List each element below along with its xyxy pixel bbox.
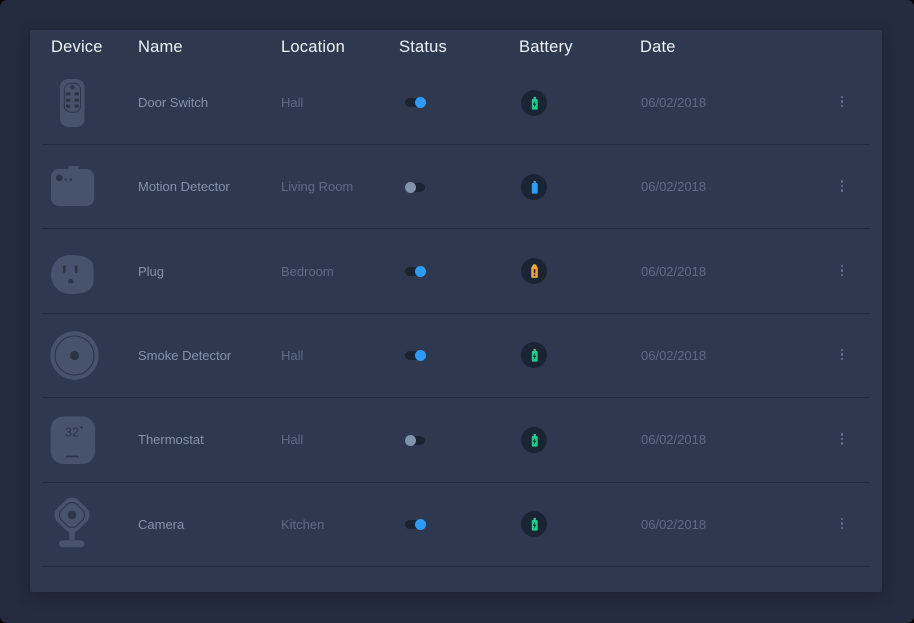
svg-text:32: 32 <box>65 426 79 440</box>
